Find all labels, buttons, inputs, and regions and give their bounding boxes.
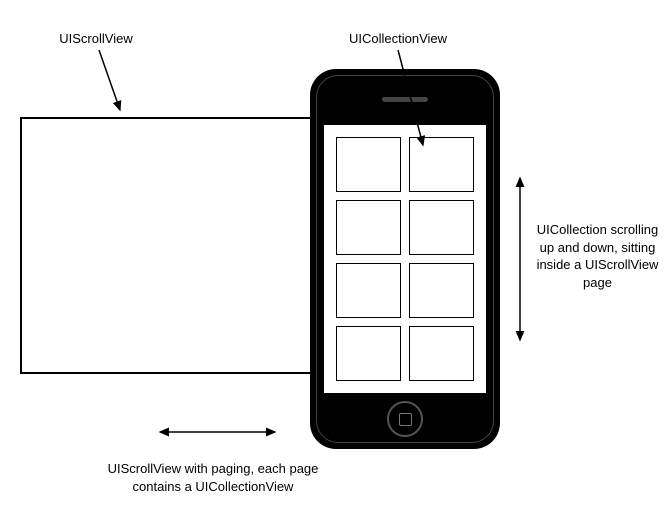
arrow-scrollview-icon: [0, 0, 671, 523]
